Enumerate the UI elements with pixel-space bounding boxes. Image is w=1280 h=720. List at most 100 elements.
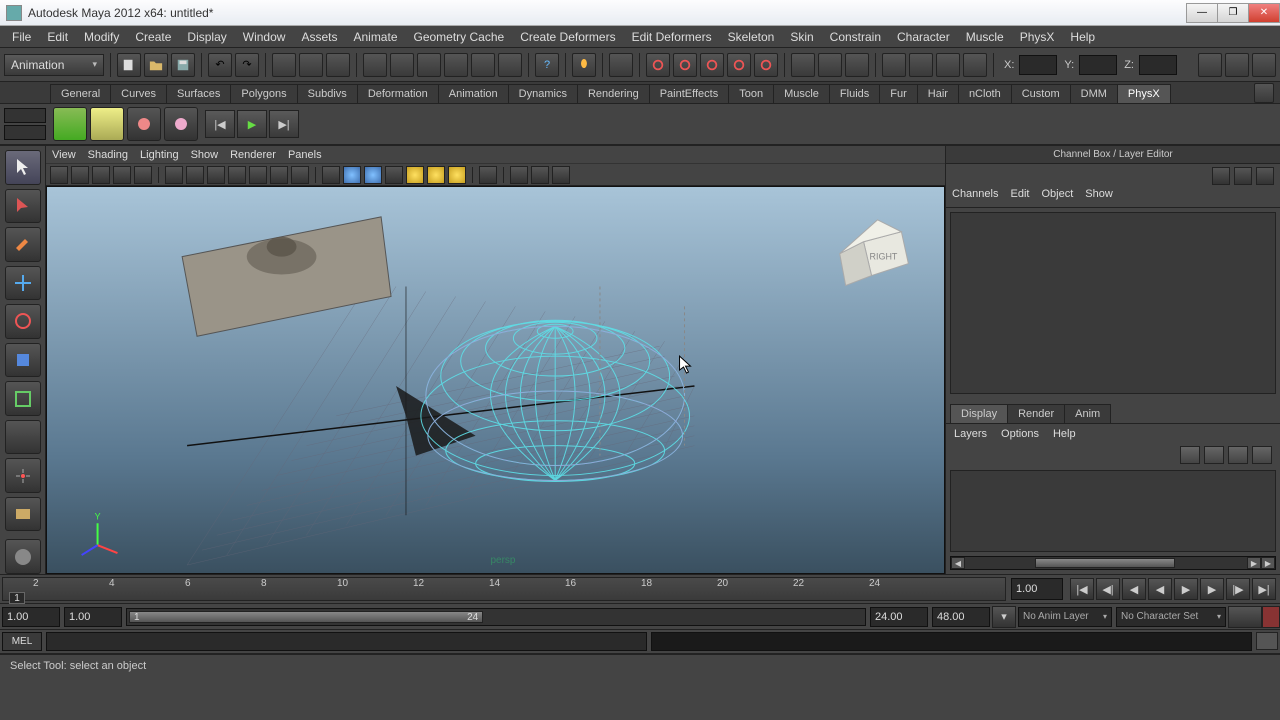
- shelf-tab-rendering[interactable]: Rendering: [577, 84, 650, 103]
- select-component-icon[interactable]: [326, 53, 350, 77]
- range-start-outer-field[interactable]: 1.00: [2, 607, 60, 627]
- vp-safe-title-icon[interactable]: [291, 166, 309, 184]
- layer-new-selected-icon[interactable]: [1252, 446, 1272, 464]
- save-scene-icon[interactable]: [171, 53, 195, 77]
- play-backward-button[interactable]: ◀: [1148, 578, 1172, 600]
- select-hierarchy-icon[interactable]: [272, 53, 296, 77]
- move-tool[interactable]: [5, 266, 41, 301]
- physx-nvidia-icon[interactable]: [53, 107, 87, 141]
- physx-cloth-icon[interactable]: [164, 107, 198, 141]
- render-settings-icon[interactable]: [673, 53, 697, 77]
- layer-menu-help[interactable]: Help: [1053, 428, 1076, 440]
- shelf-tab-subdivs[interactable]: Subdivs: [297, 84, 358, 103]
- cb-tab-channels[interactable]: Channels: [952, 188, 998, 207]
- scroll-right-icon[interactable]: ▶: [1247, 557, 1261, 569]
- set-key-button[interactable]: [1262, 606, 1280, 628]
- vp-bookmark-icon[interactable]: [92, 166, 110, 184]
- vp-menu-lighting[interactable]: Lighting: [140, 149, 179, 161]
- soft-mod-tool[interactable]: [5, 420, 41, 455]
- select-object-icon[interactable]: [299, 53, 323, 77]
- construction-history-icon[interactable]: ⬮: [572, 53, 596, 77]
- menu-skin[interactable]: Skin: [782, 30, 821, 44]
- vp-xray-joints-icon[interactable]: [531, 166, 549, 184]
- vp-res-gate-icon[interactable]: [207, 166, 225, 184]
- vp-shadows-icon[interactable]: [406, 166, 424, 184]
- minimize-button[interactable]: —: [1186, 3, 1218, 23]
- paint-select-tool[interactable]: [5, 227, 41, 262]
- module-dropdown[interactable]: Animation: [4, 54, 104, 76]
- z-input[interactable]: [1139, 55, 1177, 75]
- menu-create[interactable]: Create: [127, 30, 179, 44]
- vp-image-plane-icon[interactable]: [113, 166, 131, 184]
- cb-tab-edit[interactable]: Edit: [1010, 188, 1029, 207]
- hypershade-icon[interactable]: [882, 53, 906, 77]
- menu-physx[interactable]: PhysX: [1012, 30, 1063, 44]
- menu-help[interactable]: Help: [1062, 30, 1103, 44]
- vp-menu-shading[interactable]: Shading: [88, 149, 128, 161]
- vp-use-lights-icon[interactable]: [385, 166, 403, 184]
- vp-2d-pan-icon[interactable]: [134, 166, 152, 184]
- panel-layout-icon[interactable]: [791, 53, 815, 77]
- vp-menu-view[interactable]: View: [52, 149, 76, 161]
- shelf-tab-polygons[interactable]: Polygons: [230, 84, 297, 103]
- show-manip-tool[interactable]: [5, 458, 41, 493]
- graph-editor-icon[interactable]: [909, 53, 933, 77]
- vp-camera-attr-icon[interactable]: [71, 166, 89, 184]
- cb-tab-object[interactable]: Object: [1041, 188, 1073, 207]
- time-slider[interactable]: 1 24681012141618202224: [2, 577, 1006, 601]
- scroll-end-icon[interactable]: ▶: [1261, 557, 1275, 569]
- shelf-tab-dynamics[interactable]: Dynamics: [508, 84, 578, 103]
- vp-smooth-shade-icon[interactable]: [343, 166, 361, 184]
- shelf-menu-icon[interactable]: [4, 108, 46, 123]
- tool-settings-toggle-icon[interactable]: [1225, 53, 1249, 77]
- x-input[interactable]: [1019, 55, 1057, 75]
- physx-ragdoll-icon[interactable]: [90, 107, 124, 141]
- snap-curve-icon[interactable]: [390, 53, 414, 77]
- close-button[interactable]: ✕: [1248, 3, 1280, 23]
- vp-safe-action-icon[interactable]: [270, 166, 288, 184]
- batch-render-icon[interactable]: [727, 53, 751, 77]
- menu-muscle[interactable]: Muscle: [958, 30, 1012, 44]
- shelf-tab-fur[interactable]: Fur: [879, 84, 918, 103]
- menu-create-deformers[interactable]: Create Deformers: [512, 30, 623, 44]
- perspective-viewport[interactable]: Y RIGHT persp: [46, 186, 945, 574]
- shelf-tab-physx[interactable]: PhysX: [1117, 84, 1171, 103]
- layer-move-up-icon[interactable]: [1180, 446, 1200, 464]
- current-time-field[interactable]: 1.00: [1011, 578, 1063, 600]
- shelf-tab-hair[interactable]: Hair: [917, 84, 959, 103]
- channel-box-toggle-icon[interactable]: [1252, 53, 1276, 77]
- shelf-tab-muscle[interactable]: Muscle: [773, 84, 830, 103]
- layout-single-icon[interactable]: [5, 539, 41, 574]
- vp-gate-mask-icon[interactable]: [228, 166, 246, 184]
- cancel-render-icon[interactable]: [754, 53, 778, 77]
- snap-plane-icon[interactable]: [444, 53, 468, 77]
- forward-end-button[interactable]: ▶|: [269, 110, 299, 138]
- menu-constrain[interactable]: Constrain: [822, 30, 889, 44]
- menu-edit[interactable]: Edit: [39, 30, 76, 44]
- shelf-tab-deformation[interactable]: Deformation: [357, 84, 439, 103]
- manip-icon[interactable]: [1212, 167, 1230, 185]
- vp-isolate-icon[interactable]: [479, 166, 497, 184]
- vp-menu-renderer[interactable]: Renderer: [230, 149, 276, 161]
- vp-ao-icon[interactable]: [448, 166, 466, 184]
- shelf-tab-icon[interactable]: [4, 125, 46, 140]
- vp-xray-icon[interactable]: [510, 166, 528, 184]
- panel-layout2-icon[interactable]: [818, 53, 842, 77]
- hyper-icon[interactable]: [1256, 167, 1274, 185]
- render-view-icon[interactable]: [700, 53, 724, 77]
- vp-exposure-icon[interactable]: [552, 166, 570, 184]
- shelf-tab-fluids[interactable]: Fluids: [829, 84, 880, 103]
- cmd-language-label[interactable]: MEL: [2, 632, 42, 651]
- snap-grid-icon[interactable]: [363, 53, 387, 77]
- range-bar[interactable]: 1 24: [129, 611, 483, 623]
- scale-tool[interactable]: [5, 343, 41, 378]
- panel-layout3-icon[interactable]: [845, 53, 869, 77]
- menu-window[interactable]: Window: [235, 30, 294, 44]
- menu-skeleton[interactable]: Skeleton: [720, 30, 783, 44]
- cmd-input[interactable]: [46, 632, 647, 651]
- new-scene-icon[interactable]: [117, 53, 141, 77]
- render-frame-icon[interactable]: [609, 53, 633, 77]
- scroll-left-icon[interactable]: ◀: [951, 557, 965, 569]
- shelf-tab-animation[interactable]: Animation: [438, 84, 509, 103]
- range-start-inner-field[interactable]: 1.00: [64, 607, 122, 627]
